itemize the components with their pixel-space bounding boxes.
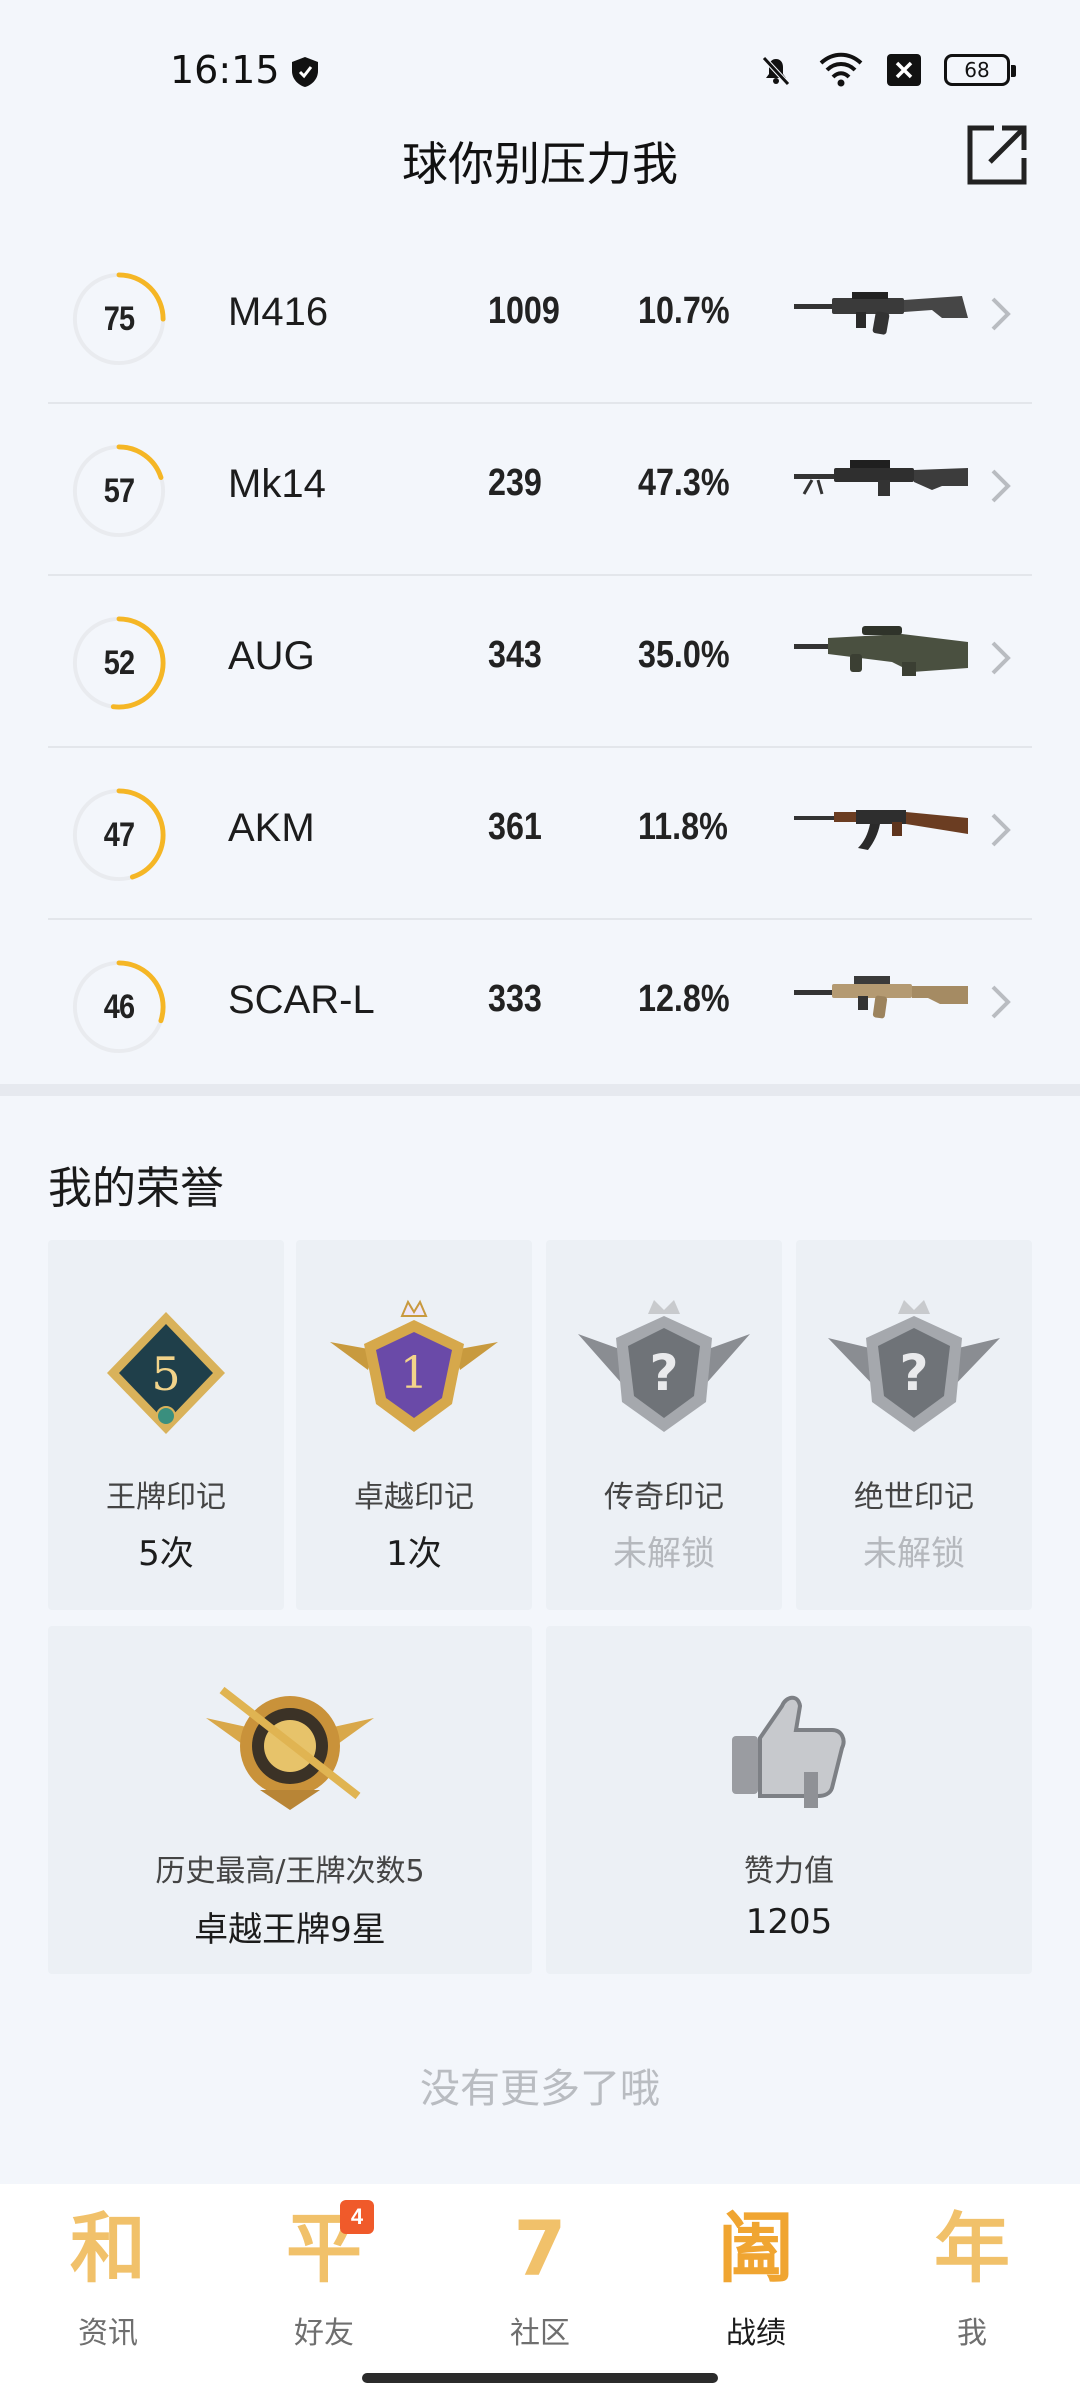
nav-label: 我 bbox=[957, 2316, 987, 2351]
thumbs-up-icon bbox=[732, 1695, 846, 1808]
mk14-rifle-image bbox=[794, 460, 968, 496]
honors-section-title: 我的荣誉 bbox=[48, 1163, 224, 1214]
weapon-row-akm[interactable]: 47 AKM 361 11.8% bbox=[48, 750, 1032, 920]
chevron-right-icon[interactable] bbox=[990, 468, 1012, 504]
likes-label: 赞力值 bbox=[744, 1854, 834, 1889]
records-nav-icon: 阖 bbox=[718, 2204, 794, 2293]
honor-label: 卓越印记 bbox=[354, 1480, 474, 1515]
weapon-kills: 333 bbox=[488, 978, 542, 1020]
end-of-list-note: 没有更多了哦 bbox=[420, 2066, 660, 2112]
weapon-kills: 343 bbox=[488, 634, 542, 676]
status-time: 16:15 bbox=[170, 48, 280, 92]
weapon-score: 46 bbox=[103, 988, 135, 1026]
weapon-row-aug[interactable]: 52 AUG 343 35.0% bbox=[48, 578, 1032, 748]
share-icon[interactable] bbox=[964, 122, 1030, 188]
weapon-name: Mk14 bbox=[228, 462, 326, 506]
akm-rifle-image bbox=[794, 810, 968, 850]
wifi-icon bbox=[819, 52, 863, 87]
community-nav-icon: 7 bbox=[513, 2204, 567, 2293]
weapon-kills: 361 bbox=[488, 806, 542, 848]
honor-card-legend-mark[interactable]: ? 传奇印记 未解锁 bbox=[546, 1240, 782, 1610]
sim-card-icon bbox=[887, 54, 921, 86]
battery-indicator: 68 bbox=[944, 54, 1016, 86]
honor-card-highest-rank[interactable]: 历史最高/王牌次数5 卓越王牌9星 bbox=[48, 1626, 532, 1974]
weapon-headshot-rate: 10.7% bbox=[638, 290, 730, 332]
honor-label: 绝世印记 bbox=[854, 1480, 974, 1515]
chevron-right-icon[interactable] bbox=[990, 984, 1012, 1020]
rank-emblem-icon bbox=[206, 1686, 374, 1810]
honor-label: 王牌印记 bbox=[106, 1480, 226, 1515]
honor-value: 5次 bbox=[138, 1534, 194, 1574]
weapon-score: 47 bbox=[103, 816, 135, 854]
nav-label: 战绩 bbox=[726, 2316, 786, 2351]
scar-l-rifle-image bbox=[794, 976, 968, 1019]
svg-text:?: ? bbox=[649, 1344, 678, 1402]
aug-rifle-image bbox=[794, 626, 968, 676]
nav-item-records[interactable]: 阖 战绩 bbox=[686, 2204, 826, 2354]
nav-label: 好友 bbox=[294, 2316, 354, 2351]
chevron-right-icon[interactable] bbox=[990, 296, 1012, 332]
honor-card-excellence-mark[interactable]: 1 卓越印记 1次 bbox=[296, 1240, 532, 1610]
honor-card-peerless-mark[interactable]: ? 绝世印记 未解锁 bbox=[796, 1240, 1032, 1610]
section-divider bbox=[0, 1084, 1080, 1096]
honor-value: 未解锁 bbox=[863, 1534, 965, 1574]
honor-value: 1次 bbox=[386, 1534, 442, 1574]
chevron-right-icon[interactable] bbox=[990, 640, 1012, 676]
mute-bell-icon bbox=[762, 56, 790, 86]
nav-item-me[interactable]: 年 我 bbox=[902, 2204, 1042, 2354]
locked-badge-icon: ? bbox=[578, 1300, 750, 1432]
weapon-name: SCAR-L bbox=[228, 978, 375, 1022]
weapon-row-mk14[interactable]: 57 Mk14 239 47.3% bbox=[48, 406, 1032, 576]
weapon-name: AUG bbox=[228, 634, 315, 678]
weapon-headshot-rate: 11.8% bbox=[638, 806, 728, 848]
nav-item-community[interactable]: 7 社区 bbox=[470, 2204, 610, 2354]
nav-item-news[interactable]: 和 资讯 bbox=[38, 2204, 178, 2354]
weapon-score: 75 bbox=[103, 300, 135, 338]
status-bar: 16:15 68 bbox=[0, 0, 1080, 140]
svg-text:?: ? bbox=[899, 1344, 928, 1402]
weapon-headshot-rate: 12.8% bbox=[638, 978, 730, 1020]
shield-icon bbox=[292, 57, 318, 87]
weapon-row-m416[interactable]: 75 M416 1009 10.7% bbox=[48, 234, 1032, 404]
page-title: 球你别压力我 bbox=[402, 137, 678, 191]
nav-label: 社区 bbox=[510, 2316, 570, 2351]
weapon-score: 57 bbox=[103, 472, 135, 510]
honor-card-ace-mark[interactable]: 5 王牌印记 5次 bbox=[48, 1240, 284, 1610]
nav-label: 资讯 bbox=[78, 2316, 138, 2351]
weapon-kills: 239 bbox=[488, 462, 542, 504]
svg-text:5: 5 bbox=[151, 1347, 180, 1401]
nav-item-friends[interactable]: 平 4 好友 bbox=[254, 2200, 394, 2354]
honor-card-likes[interactable]: 赞力值 1205 bbox=[546, 1626, 1032, 1974]
excellence-mark-badge-icon: 1 bbox=[330, 1299, 498, 1432]
svg-text:1: 1 bbox=[400, 1348, 428, 1399]
news-nav-icon: 和 bbox=[70, 2204, 146, 2293]
weapon-headshot-rate: 47.3% bbox=[638, 462, 730, 504]
honor-label: 传奇印记 bbox=[604, 1480, 724, 1515]
weapon-name: AKM bbox=[228, 806, 315, 850]
weapon-name: M416 bbox=[228, 290, 329, 334]
notification-badge: 4 bbox=[340, 2200, 374, 2234]
m416-rifle-image bbox=[794, 292, 968, 335]
honor-value: 未解锁 bbox=[613, 1534, 715, 1574]
weapon-headshot-rate: 35.0% bbox=[638, 634, 730, 676]
likes-value: 1205 bbox=[745, 1902, 833, 1942]
highest-rank-value: 卓越王牌9星 bbox=[194, 1910, 386, 1950]
bottom-nav: 和 资讯 平 4 好友 7 社区 阖 战绩 年 我 bbox=[0, 2184, 1080, 2400]
weapon-score: 52 bbox=[103, 644, 135, 682]
weapon-kills: 1009 bbox=[488, 290, 560, 332]
ace-mark-badge-icon: 5 bbox=[107, 1312, 225, 1434]
chevron-right-icon[interactable] bbox=[990, 812, 1012, 848]
locked-badge-icon: ? bbox=[828, 1300, 1000, 1432]
weapon-row-scar-l[interactable]: 46 SCAR-L 333 12.8% bbox=[48, 922, 1032, 1092]
me-nav-icon: 年 bbox=[934, 2204, 1010, 2293]
highest-rank-label: 历史最高/王牌次数5 bbox=[155, 1854, 425, 1889]
home-indicator[interactable] bbox=[362, 2373, 718, 2383]
